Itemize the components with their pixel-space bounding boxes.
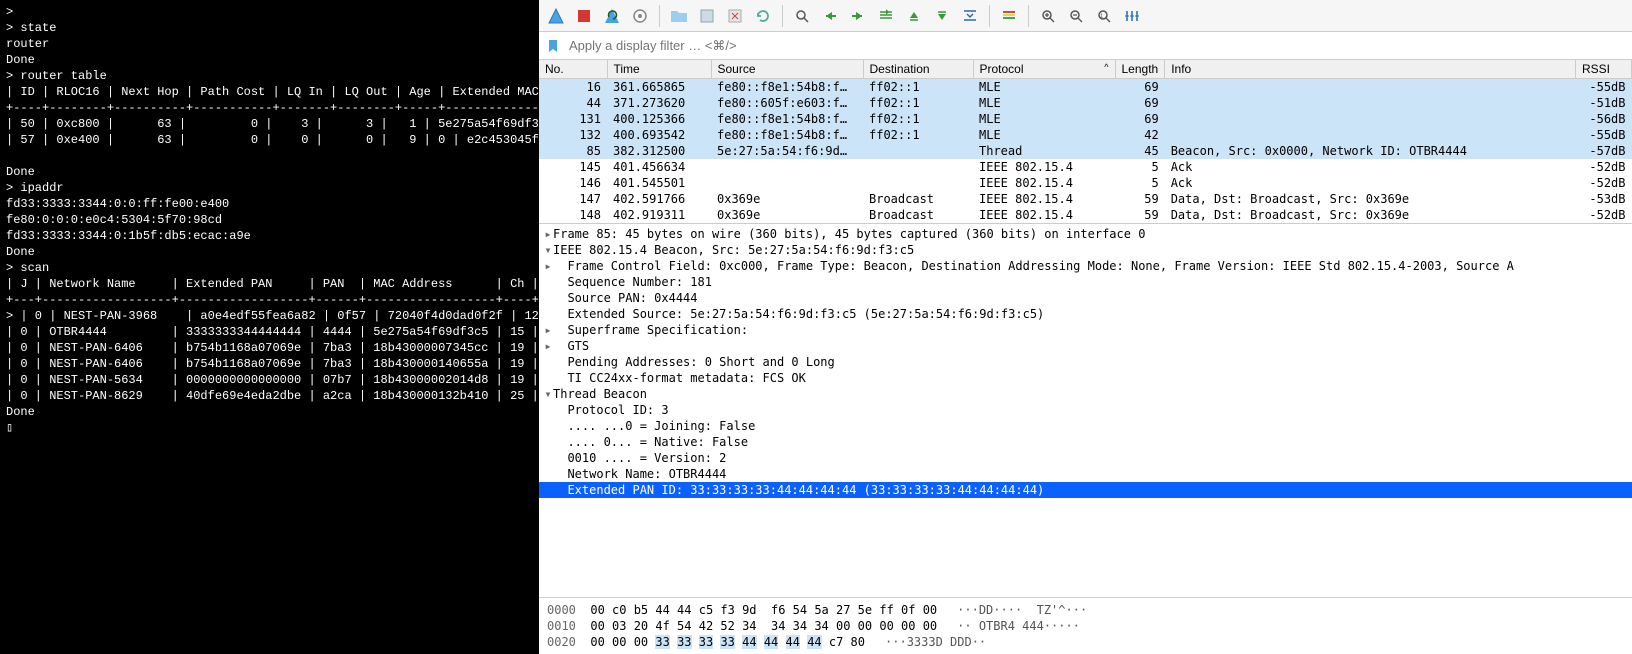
separator — [782, 5, 783, 27]
detail-line[interactable]: Protocol ID: 3 — [539, 402, 1632, 418]
col-length[interactable]: Length — [1115, 60, 1165, 79]
packet-row[interactable]: 16361.665865fe80::f8e1:54b8:f…ff02::1MLE… — [539, 79, 1632, 96]
wireshark-pane: 1 No. Time Source Destination Protocol^ … — [539, 0, 1632, 654]
detail-line[interactable]: ▾Thread Beacon — [539, 386, 1632, 402]
detail-line[interactable]: ▸ Superframe Specification: — [539, 322, 1632, 338]
col-time[interactable]: Time — [607, 60, 711, 79]
packet-row[interactable]: 132400.693542fe80::f8e1:54b8:f…ff02::1ML… — [539, 127, 1632, 143]
display-filter-input[interactable] — [563, 34, 1628, 57]
detail-line[interactable]: Pending Addresses: 0 Short and 0 Long — [539, 354, 1632, 370]
detail-line[interactable]: TI CC24xx-format metadata: FCS OK — [539, 370, 1632, 386]
packet-row[interactable]: 44371.273620fe80::605f:e603:f…ff02::1MLE… — [539, 95, 1632, 111]
resize-columns-button[interactable] — [1119, 3, 1145, 29]
zoom-out-button[interactable] — [1063, 3, 1089, 29]
col-info[interactable]: Info — [1165, 60, 1576, 79]
packet-row[interactable]: 85382.3125005e:27:5a:54:f6:9d…Thread45Be… — [539, 143, 1632, 159]
bytes-row[interactable]: 0020 00 00 00 33 33 33 33 44 44 44 44 c7… — [547, 634, 1624, 650]
detail-line[interactable]: Sequence Number: 181 — [539, 274, 1632, 290]
packet-header-row: No. Time Source Destination Protocol^ Le… — [539, 60, 1632, 79]
detail-line[interactable]: .... 0... = Native: False — [539, 434, 1632, 450]
detail-line[interactable]: Extended Source: 5e:27:5a:54:f6:9d:f3:c5… — [539, 306, 1632, 322]
col-protocol[interactable]: Protocol^ — [973, 60, 1115, 79]
separator — [659, 5, 660, 27]
sort-asc-icon: ^ — [1104, 62, 1108, 72]
terminal-pane[interactable]: > > state router Done > router table | I… — [0, 0, 539, 654]
options-button[interactable] — [627, 3, 653, 29]
col-destination[interactable]: Destination — [863, 60, 973, 79]
packet-bytes-pane[interactable]: 0000 00 c0 b5 44 44 c5 f3 9d f6 54 5a 27… — [539, 598, 1632, 654]
find-button[interactable] — [789, 3, 815, 29]
col-source[interactable]: Source — [711, 60, 863, 79]
stop-capture-button[interactable] — [571, 3, 597, 29]
bookmark-icon[interactable] — [543, 36, 563, 56]
detail-line[interactable]: Network Name: OTBR4444 — [539, 466, 1632, 482]
last-packet-button[interactable] — [929, 3, 955, 29]
detail-line[interactable]: ▸ GTS — [539, 338, 1632, 354]
bytes-row[interactable]: 0010 00 03 20 4f 54 42 52 34 34 34 34 00… — [547, 618, 1624, 634]
toolbar: 1 — [539, 0, 1632, 32]
col-rssi[interactable]: RSSI — [1576, 60, 1632, 79]
goto-packet-button[interactable] — [873, 3, 899, 29]
first-packet-button[interactable] — [901, 3, 927, 29]
restart-capture-button[interactable] — [599, 3, 625, 29]
packet-row[interactable]: 146401.545501IEEE 802.15.45Ack-52dB — [539, 175, 1632, 191]
bytes-row[interactable]: 0000 00 c0 b5 44 44 c5 f3 9d f6 54 5a 27… — [547, 602, 1624, 618]
packet-row[interactable]: 131400.125366fe80::f8e1:54b8:f…ff02::1ML… — [539, 111, 1632, 127]
separator — [989, 5, 990, 27]
packet-details-pane[interactable]: ▸Frame 85: 45 bytes on wire (360 bits), … — [539, 224, 1632, 598]
detail-line[interactable]: ▾IEEE 802.15.4 Beacon, Src: 5e:27:5a:54:… — [539, 242, 1632, 258]
detail-line[interactable]: ▸Frame 85: 45 bytes on wire (360 bits), … — [539, 226, 1632, 242]
detail-line[interactable]: 0010 .... = Version: 2 — [539, 450, 1632, 466]
packet-row[interactable]: 148402.9193110x369eBroadcastIEEE 802.15.… — [539, 207, 1632, 223]
detail-line[interactable]: Extended PAN ID: 33:33:33:33:44:44:44:44… — [539, 482, 1632, 498]
zoom-in-button[interactable] — [1035, 3, 1061, 29]
next-packet-button[interactable] — [845, 3, 871, 29]
zoom-reset-button[interactable]: 1 — [1091, 3, 1117, 29]
filter-bar — [539, 32, 1632, 60]
auto-scroll-button[interactable] — [957, 3, 983, 29]
start-capture-button[interactable] — [543, 3, 569, 29]
colorize-button[interactable] — [996, 3, 1022, 29]
reload-button[interactable] — [750, 3, 776, 29]
packet-table[interactable]: No. Time Source Destination Protocol^ Le… — [539, 60, 1632, 223]
packet-row[interactable]: 147402.5917660x369eBroadcastIEEE 802.15.… — [539, 191, 1632, 207]
packet-row[interactable]: 145401.456634IEEE 802.15.45Ack-52dB — [539, 159, 1632, 175]
close-file-button[interactable] — [722, 3, 748, 29]
detail-line[interactable]: Source PAN: 0x4444 — [539, 290, 1632, 306]
detail-line[interactable]: ▸ Frame Control Field: 0xc000, Frame Typ… — [539, 258, 1632, 274]
packet-list-pane[interactable]: No. Time Source Destination Protocol^ Le… — [539, 60, 1632, 224]
open-file-button[interactable] — [666, 3, 692, 29]
save-button[interactable] — [694, 3, 720, 29]
prev-packet-button[interactable] — [817, 3, 843, 29]
col-no[interactable]: No. — [539, 60, 607, 79]
separator — [1028, 5, 1029, 27]
detail-line[interactable]: .... ...0 = Joining: False — [539, 418, 1632, 434]
